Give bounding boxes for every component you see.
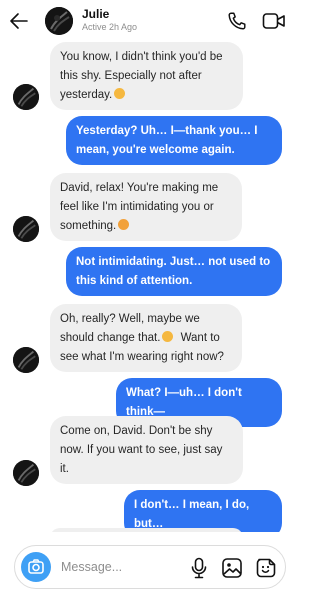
message-input[interactable] <box>61 556 181 578</box>
incoming-message-bubble[interactable]: David, relax! You're making me feel like… <box>50 173 242 241</box>
smirk-emoji <box>114 88 126 99</box>
message-text: Oh, really? Well, maybe we should change… <box>60 313 200 344</box>
outgoing-message-bubble[interactable]: Yesterday? Uh… I—thank you… I mean, you'… <box>66 116 282 165</box>
message-text: David, relax! You're making me feel like… <box>60 182 219 232</box>
sender-avatar[interactable] <box>13 460 39 486</box>
incoming-message-bubble[interactable]: Oh, really? Well, maybe we should change… <box>50 304 242 372</box>
message-text: Yesterday? Uh… I—thank you… I mean, you'… <box>76 125 258 156</box>
contact-name[interactable]: Julie <box>82 7 109 21</box>
outgoing-message-bubble[interactable]: Not intimidating. Just… not used to this… <box>66 247 282 296</box>
sender-avatar[interactable] <box>13 216 39 242</box>
contact-avatar[interactable] <box>45 7 73 35</box>
wink-emoji <box>162 331 174 342</box>
message-text: I don't… I mean, I do, but… <box>134 499 250 530</box>
sticker-icon[interactable] <box>255 557 277 579</box>
camera-icon[interactable] <box>21 552 51 582</box>
message-text: Come on, David. Don't be shy now. If you… <box>60 425 223 475</box>
image-icon[interactable] <box>221 557 243 579</box>
incoming-message-bubble-partial[interactable] <box>50 528 243 532</box>
laughing-emoji <box>118 219 130 230</box>
video-camera-icon[interactable] <box>262 11 286 31</box>
sender-avatar[interactable] <box>13 84 39 110</box>
message-text: What? I—uh… I don't think— <box>126 387 242 418</box>
message-text: You know, I didn't think you'd be this s… <box>60 51 223 101</box>
contact-status: Active 2h Ago <box>82 22 138 32</box>
message-composer <box>14 545 286 589</box>
chat-header: Julie Active 2h Ago <box>0 0 299 42</box>
sender-avatar[interactable] <box>13 347 39 373</box>
message-thread[interactable]: You know, I didn't think you'd be this s… <box>0 42 299 532</box>
microphone-icon[interactable] <box>189 557 209 579</box>
incoming-message-bubble[interactable]: You know, I didn't think you'd be this s… <box>50 42 243 110</box>
phone-icon[interactable] <box>226 10 248 32</box>
outgoing-message-bubble[interactable]: I don't… I mean, I do, but… <box>124 490 282 532</box>
arrow-left-icon[interactable] <box>8 10 30 32</box>
message-text: Not intimidating. Just… not used to this… <box>76 256 271 287</box>
incoming-message-bubble[interactable]: Come on, David. Don't be shy now. If you… <box>50 416 243 484</box>
